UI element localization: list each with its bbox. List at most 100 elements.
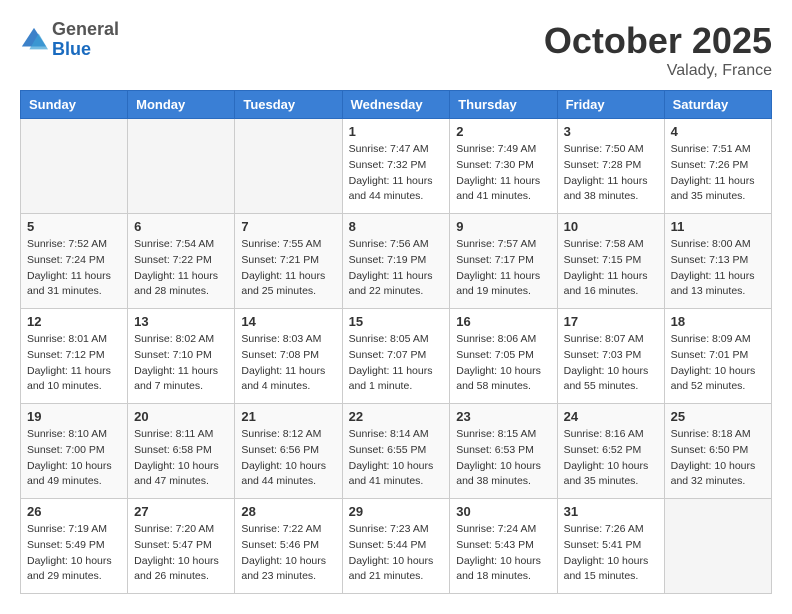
day-number: 28	[241, 504, 335, 519]
day-number: 31	[564, 504, 658, 519]
calendar-day-cell	[664, 499, 771, 594]
day-number: 8	[349, 219, 444, 234]
day-number: 4	[671, 124, 765, 139]
day-info: Sunrise: 8:01 AMSunset: 7:12 PMDaylight:…	[27, 332, 121, 395]
calendar-day-cell	[21, 119, 128, 214]
day-info: Sunrise: 7:49 AMSunset: 7:30 PMDaylight:…	[456, 142, 550, 205]
calendar-day-cell: 6 Sunrise: 7:54 AMSunset: 7:22 PMDaylight…	[128, 214, 235, 309]
day-info: Sunrise: 7:52 AMSunset: 7:24 PMDaylight:…	[27, 237, 121, 300]
calendar-week-row: 19Sunrise: 8:10 AMSunset: 7:00 PMDayligh…	[21, 404, 772, 499]
day-number: 25	[671, 409, 765, 424]
calendar-day-cell: 27Sunrise: 7:20 AMSunset: 5:47 PMDayligh…	[128, 499, 235, 594]
day-info: Sunrise: 7:47 AMSunset: 7:32 PMDaylight:…	[349, 142, 444, 205]
calendar-day-cell: 2 Sunrise: 7:49 AMSunset: 7:30 PMDaylight…	[450, 119, 557, 214]
day-number: 9	[456, 219, 550, 234]
day-number: 3	[564, 124, 658, 139]
calendar-day-cell: 11Sunrise: 8:00 AMSunset: 7:13 PMDayligh…	[664, 214, 771, 309]
calendar-day-cell: 14 Sunrise: 8:03 AMSunset: 7:08 PMDayligh…	[235, 309, 342, 404]
month-title: October 2025	[544, 20, 772, 62]
calendar-table: SundayMondayTuesdayWednesdayThursdayFrid…	[20, 90, 772, 594]
weekday-header: Friday	[557, 91, 664, 119]
day-info: Sunrise: 7:50 AMSunset: 7:28 PMDaylight:…	[564, 142, 658, 205]
weekday-header-row: SundayMondayTuesdayWednesdayThursdayFrid…	[21, 91, 772, 119]
day-number: 14	[241, 314, 335, 329]
weekday-header: Sunday	[21, 91, 128, 119]
calendar-day-cell: 20 Sunrise: 8:11 AMSunset: 6:58 PMDayligh…	[128, 404, 235, 499]
day-info: Sunrise: 8:16 AMSunset: 6:52 PMDaylight:…	[564, 427, 658, 490]
calendar-day-cell: 1Sunrise: 7:47 AMSunset: 7:32 PMDaylight…	[342, 119, 450, 214]
location: Valady, France	[544, 62, 772, 80]
day-number: 6	[134, 219, 228, 234]
day-number: 11	[671, 219, 765, 234]
calendar-day-cell: 29Sunrise: 7:23 AMSunset: 5:44 PMDayligh…	[342, 499, 450, 594]
day-info: Sunrise: 8:18 AMSunset: 6:50 PMDaylight:…	[671, 427, 765, 490]
calendar-day-cell: 19Sunrise: 8:10 AMSunset: 7:00 PMDayligh…	[21, 404, 128, 499]
calendar-day-cell: 22 Sunrise: 8:14 AMSunset: 6:55 PMDayligh…	[342, 404, 450, 499]
day-info: Sunrise: 7:51 AMSunset: 7:26 PMDaylight:…	[671, 142, 765, 205]
weekday-header: Wednesday	[342, 91, 450, 119]
calendar-week-row: 12Sunrise: 8:01 AMSunset: 7:12 PMDayligh…	[21, 309, 772, 404]
day-info: Sunrise: 8:12 AMSunset: 6:56 PMDaylight:…	[241, 427, 335, 490]
day-info: Sunrise: 7:26 AMSunset: 5:41 PMDaylight:…	[564, 522, 658, 585]
day-number: 23	[456, 409, 550, 424]
day-number: 2	[456, 124, 550, 139]
day-number: 5	[27, 219, 121, 234]
logo-blue-text: Blue	[52, 39, 91, 59]
day-number: 27	[134, 504, 228, 519]
page-header: General Blue October 2025 Valady, France	[20, 20, 772, 80]
calendar-day-cell: 9Sunrise: 7:57 AMSunset: 7:17 PMDaylight…	[450, 214, 557, 309]
day-info: Sunrise: 7:19 AMSunset: 5:49 PMDaylight:…	[27, 522, 121, 585]
day-info: Sunrise: 7:22 AMSunset: 5:46 PMDaylight:…	[241, 522, 335, 585]
calendar-day-cell	[235, 119, 342, 214]
day-info: Sunrise: 7:54 AMSunset: 7:22 PMDaylight:…	[134, 237, 228, 300]
day-number: 19	[27, 409, 121, 424]
calendar-week-row: 5 Sunrise: 7:52 AMSunset: 7:24 PMDaylight…	[21, 214, 772, 309]
title-block: October 2025 Valady, France	[544, 20, 772, 80]
logo-icon	[20, 26, 48, 54]
calendar-day-cell: 21 Sunrise: 8:12 AMSunset: 6:56 PMDayligh…	[235, 404, 342, 499]
calendar-day-cell: 23 Sunrise: 8:15 AMSunset: 6:53 PMDayligh…	[450, 404, 557, 499]
calendar-day-cell: 18 Sunrise: 8:09 AMSunset: 7:01 PMDayligh…	[664, 309, 771, 404]
day-info: Sunrise: 8:15 AMSunset: 6:53 PMDaylight:…	[456, 427, 550, 490]
day-number: 20	[134, 409, 228, 424]
day-number: 15	[349, 314, 444, 329]
calendar-day-cell: 30Sunrise: 7:24 AMSunset: 5:43 PMDayligh…	[450, 499, 557, 594]
day-number: 26	[27, 504, 121, 519]
day-info: Sunrise: 8:14 AMSunset: 6:55 PMDaylight:…	[349, 427, 444, 490]
calendar-week-row: 26 Sunrise: 7:19 AMSunset: 5:49 PMDayligh…	[21, 499, 772, 594]
calendar-day-cell: 4 Sunrise: 7:51 AMSunset: 7:26 PMDaylight…	[664, 119, 771, 214]
day-info: Sunrise: 7:56 AMSunset: 7:19 PMDaylight:…	[349, 237, 444, 300]
day-info: Sunrise: 8:06 AMSunset: 7:05 PMDaylight:…	[456, 332, 550, 395]
day-number: 17	[564, 314, 658, 329]
day-info: Sunrise: 7:58 AMSunset: 7:15 PMDaylight:…	[564, 237, 658, 300]
day-number: 7	[241, 219, 335, 234]
day-info: Sunrise: 8:09 AMSunset: 7:01 PMDaylight:…	[671, 332, 765, 395]
day-info: Sunrise: 8:05 AMSunset: 7:07 PMDaylight:…	[349, 332, 444, 395]
calendar-day-cell: 12Sunrise: 8:01 AMSunset: 7:12 PMDayligh…	[21, 309, 128, 404]
day-info: Sunrise: 7:23 AMSunset: 5:44 PMDaylight:…	[349, 522, 444, 585]
calendar-day-cell: 10 Sunrise: 7:58 AMSunset: 7:15 PMDayligh…	[557, 214, 664, 309]
calendar-day-cell: 26 Sunrise: 7:19 AMSunset: 5:49 PMDayligh…	[21, 499, 128, 594]
weekday-header: Tuesday	[235, 91, 342, 119]
day-number: 30	[456, 504, 550, 519]
logo-general-text: General	[52, 19, 119, 39]
calendar-day-cell: 24Sunrise: 8:16 AMSunset: 6:52 PMDayligh…	[557, 404, 664, 499]
day-number: 18	[671, 314, 765, 329]
calendar-day-cell: 31 Sunrise: 7:26 AMSunset: 5:41 PMDayligh…	[557, 499, 664, 594]
calendar-day-cell: 28 Sunrise: 7:22 AMSunset: 5:46 PMDayligh…	[235, 499, 342, 594]
day-number: 16	[456, 314, 550, 329]
day-info: Sunrise: 8:02 AMSunset: 7:10 PMDaylight:…	[134, 332, 228, 395]
calendar-day-cell: 25 Sunrise: 8:18 AMSunset: 6:50 PMDayligh…	[664, 404, 771, 499]
day-number: 22	[349, 409, 444, 424]
calendar-day-cell: 8 Sunrise: 7:56 AMSunset: 7:19 PMDaylight…	[342, 214, 450, 309]
day-number: 10	[564, 219, 658, 234]
calendar-day-cell: 5 Sunrise: 7:52 AMSunset: 7:24 PMDaylight…	[21, 214, 128, 309]
weekday-header: Thursday	[450, 91, 557, 119]
day-info: Sunrise: 8:03 AMSunset: 7:08 PMDaylight:…	[241, 332, 335, 395]
calendar-day-cell: 17Sunrise: 8:07 AMSunset: 7:03 PMDayligh…	[557, 309, 664, 404]
weekday-header: Saturday	[664, 91, 771, 119]
day-number: 21	[241, 409, 335, 424]
day-info: Sunrise: 8:11 AMSunset: 6:58 PMDaylight:…	[134, 427, 228, 490]
calendar-week-row: 1Sunrise: 7:47 AMSunset: 7:32 PMDaylight…	[21, 119, 772, 214]
calendar-day-cell: 15 Sunrise: 8:05 AMSunset: 7:07 PMDayligh…	[342, 309, 450, 404]
